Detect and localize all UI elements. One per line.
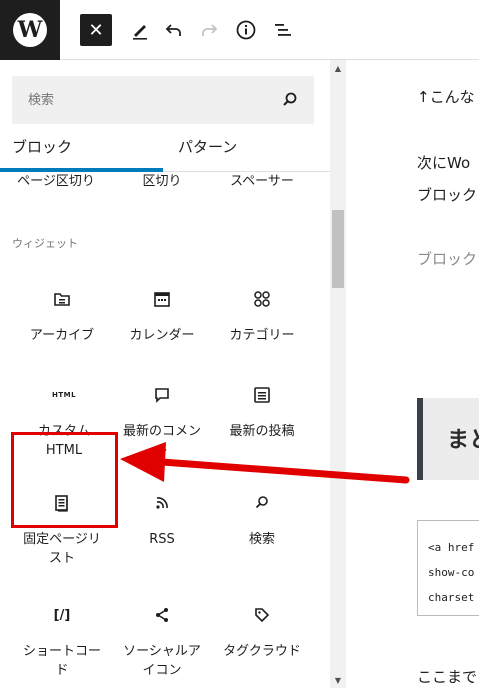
block-placeholder[interactable]: ブロック: [417, 248, 477, 269]
block-page-break[interactable]: ページ区切り: [8, 170, 104, 189]
wordpress-logo-icon: W: [13, 13, 47, 47]
paragraph-1[interactable]: ↑こんな: [417, 86, 475, 107]
block-label: 検索: [248, 532, 275, 547]
block-label: タグクラウド: [223, 644, 301, 659]
search-icon: [255, 496, 268, 509]
block-shortcode[interactable]: [/] ショートコード: [10, 602, 114, 680]
block-label: アーカイブ: [29, 328, 95, 343]
paragraph-2-line1[interactable]: 次にWo: [417, 152, 470, 173]
block-latest-posts[interactable]: 最新の投稿: [210, 382, 314, 441]
paragraph-final[interactable]: ここまで: [417, 666, 477, 687]
block-label: カテゴリー: [229, 328, 295, 343]
block-archives[interactable]: アーカイブ: [10, 286, 114, 345]
paragraph-2-line2[interactable]: ブロック: [417, 184, 477, 205]
block-label: カレンダー: [129, 328, 195, 343]
block-social-icons[interactable]: ソーシャルア イコン: [110, 602, 214, 680]
heading-text: まと: [447, 428, 479, 453]
block-label-line1: ショートコー: [22, 644, 101, 659]
code-line-3: charset: [428, 591, 475, 604]
editor-canvas: ↑こんな 次にWo ブロック ブロック まと <a href show-co c…: [347, 60, 479, 688]
block-categories[interactable]: カテゴリー: [210, 286, 314, 345]
block-latest-comments[interactable]: 最新のコメント: [110, 382, 214, 460]
html-icon: HTML: [51, 391, 77, 399]
tab-blocks[interactable]: ブロック: [12, 136, 72, 157]
block-label-line1: ソーシャルア: [123, 644, 201, 659]
block-inserter-panel: ブロック パターン ページ区切り 区切り スペーサー ウィジェット アーカイブ …: [0, 60, 346, 688]
section-title-widgets: ウィジェット: [12, 237, 78, 250]
close-icon: ✕: [88, 19, 104, 41]
tools-button[interactable]: [124, 14, 156, 46]
block-label-line2: スト: [48, 551, 75, 566]
categories-icon: [254, 291, 270, 307]
block-label-line1: 固定ページリ: [23, 532, 101, 547]
block-spacer[interactable]: スペーサー: [214, 170, 310, 189]
list-view-icon: [275, 24, 291, 36]
scroll-down-arrow-icon[interactable]: ▼: [330, 674, 346, 686]
search-icon: [283, 92, 297, 106]
calendar-icon: [154, 292, 170, 307]
block-tag-cloud[interactable]: タグクラウド: [210, 602, 314, 661]
list-view-button[interactable]: [267, 14, 299, 46]
block-label-line2: ト: [155, 443, 169, 458]
details-button[interactable]: [230, 14, 262, 46]
tab-patterns[interactable]: パターン: [178, 136, 237, 157]
comment-icon: [155, 388, 169, 403]
block-calendar[interactable]: カレンダー: [110, 286, 214, 345]
inserter-tabs: ブロック パターン: [0, 130, 330, 172]
heading-block[interactable]: まと: [417, 398, 479, 480]
block-separator[interactable]: 区切り: [114, 170, 210, 189]
block-label-line1: 最新のコメン: [122, 424, 201, 439]
tag-icon: [255, 608, 270, 623]
shortcode-icon: [/]: [53, 607, 71, 623]
block-search-widget[interactable]: 検索: [210, 490, 314, 549]
redo-icon: [202, 24, 218, 36]
code-line-1: <a href: [428, 541, 475, 554]
block-label-line2: ド: [55, 663, 69, 678]
undo-icon: [165, 24, 181, 36]
editor-toolbar: W ✕: [0, 0, 479, 60]
block-label-line2: イコン: [142, 663, 182, 678]
code-block[interactable]: <a href show-co charset: [417, 520, 479, 616]
scroll-up-arrow-icon[interactable]: ▲: [330, 62, 346, 74]
scroll-thumb[interactable]: [332, 210, 344, 288]
pencil-icon: [133, 25, 147, 40]
code-line-2: show-co: [428, 566, 475, 579]
page-list-icon: [55, 495, 68, 512]
undo-button[interactable]: [158, 14, 190, 46]
redo-button[interactable]: [193, 14, 225, 46]
wordpress-logo-button[interactable]: W: [0, 0, 60, 60]
share-icon: [156, 608, 168, 622]
block-search-input[interactable]: [12, 76, 272, 124]
block-search: [12, 76, 314, 124]
rss-icon: [156, 497, 168, 509]
info-icon: [236, 20, 256, 40]
close-inserter-button[interactable]: ✕: [80, 14, 112, 46]
block-rss[interactable]: RSS: [110, 490, 214, 549]
block-page-list[interactable]: 固定ページリ スト: [10, 490, 114, 568]
block-label: RSS: [149, 532, 175, 547]
inserter-scrollbar[interactable]: ▲ ▼: [330, 60, 346, 688]
block-label: 最新の投稿: [229, 424, 295, 439]
archive-icon: [54, 293, 70, 306]
post-list-icon: [254, 387, 270, 403]
